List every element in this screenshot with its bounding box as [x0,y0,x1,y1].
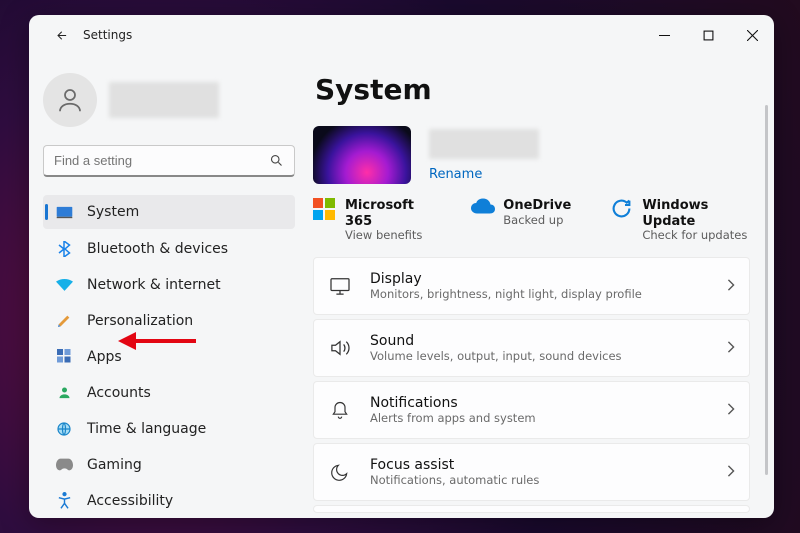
settings-cards: DisplayMonitors, brightness, night light… [313,257,750,518]
nav-label: Time & language [87,421,206,437]
bell-icon [328,400,352,420]
rename-link[interactable]: Rename [429,167,539,182]
card-subtitle: Alerts from apps and system [370,411,709,425]
minimize-icon [659,30,670,41]
back-button[interactable] [43,18,77,52]
user-name-redacted [109,82,219,118]
nav-label: Accounts [87,385,151,401]
titlebar: Settings [29,15,774,55]
nav-label: Gaming [87,457,142,473]
nav-item-apps[interactable]: Apps [43,340,295,374]
service-windows-update[interactable]: Windows UpdateCheck for updates [611,198,750,243]
service-title: Microsoft 365 [345,198,431,229]
gaming-icon [55,456,73,474]
close-button[interactable] [730,15,774,55]
service-title: Windows Update [642,198,750,229]
maximize-button[interactable] [686,15,730,55]
nav-item-time-language[interactable]: Time & language [43,412,295,446]
nav-label: Personalization [87,313,193,329]
device-name-redacted [429,129,539,159]
card-subtitle: Notifications, automatic rules [370,473,709,487]
nav-item-gaming[interactable]: Gaming [43,448,295,482]
service-subtitle: View benefits [345,229,431,243]
accounts-icon [55,384,73,402]
app-title: Settings [83,28,132,42]
maximize-icon [703,30,714,41]
device-thumbnail[interactable] [313,126,411,184]
nav-item-accounts[interactable]: Accounts [43,376,295,410]
card-display[interactable]: DisplayMonitors, brightness, night light… [313,257,750,315]
services-row: Microsoft 365View benefits OneDriveBacke… [313,198,750,243]
sound-icon [328,339,352,357]
card-notifications[interactable]: NotificationsAlerts from apps and system [313,381,750,439]
nav-item-personalization[interactable]: Personalization [43,304,295,338]
nav-label: System [87,204,139,220]
desktop-wallpaper: Settings [0,0,800,533]
user-profile[interactable] [43,73,295,127]
windows-update-icon [611,198,632,220]
settings-window: Settings [29,15,774,518]
system-icon [55,203,73,221]
card-partial[interactable] [313,505,750,513]
sidebar: System Bluetooth & devices Network & int… [29,55,309,518]
service-subtitle: Backed up [503,214,571,228]
nav-label: Apps [87,349,122,365]
avatar [43,73,97,127]
card-title: Sound [370,333,709,349]
wifi-icon [55,276,73,294]
card-subtitle: Monitors, brightness, night light, displ… [370,287,709,301]
card-title: Notifications [370,395,709,411]
chevron-right-icon [727,400,735,419]
nav-label: Network & internet [87,277,221,293]
nav-list: System Bluetooth & devices Network & int… [43,195,295,518]
content-area: System Rename Microsoft 365View benefits [309,55,774,518]
card-sound[interactable]: SoundVolume levels, output, input, sound… [313,319,750,377]
minimize-button[interactable] [642,15,686,55]
service-title: OneDrive [503,198,571,214]
search-icon [269,153,284,168]
service-onedrive[interactable]: OneDriveBacked up [471,198,571,243]
page-heading: System [315,73,750,106]
nav-item-system[interactable]: System [43,195,295,229]
card-title: Display [370,271,709,287]
scrollbar[interactable] [765,105,768,475]
onedrive-icon [471,198,493,220]
window-controls [642,15,774,55]
microsoft365-icon [313,198,335,220]
nav-item-network[interactable]: Network & internet [43,268,295,302]
person-icon [55,85,85,115]
moon-icon [328,462,352,482]
close-icon [747,30,758,41]
bluetooth-icon [55,240,73,258]
service-microsoft365[interactable]: Microsoft 365View benefits [313,198,431,243]
nav-item-bluetooth[interactable]: Bluetooth & devices [43,231,295,265]
chevron-right-icon [727,276,735,295]
chevron-right-icon [727,462,735,481]
device-row: Rename [313,126,750,184]
nav-label: Bluetooth & devices [87,241,228,257]
nav-label: Accessibility [87,493,173,509]
arrow-left-icon [53,28,68,43]
apps-icon [55,348,73,366]
card-title: Focus assist [370,457,709,473]
paintbrush-icon [55,312,73,330]
chevron-right-icon [727,338,735,357]
display-icon [328,277,352,295]
search-field[interactable] [43,145,295,177]
nav-item-accessibility[interactable]: Accessibility [43,484,295,518]
service-subtitle: Check for updates [642,229,750,243]
card-subtitle: Volume levels, output, input, sound devi… [370,349,709,363]
globe-icon [55,420,73,438]
card-focus-assist[interactable]: Focus assistNotifications, automatic rul… [313,443,750,501]
accessibility-icon [55,492,73,510]
search-input[interactable] [54,153,269,168]
